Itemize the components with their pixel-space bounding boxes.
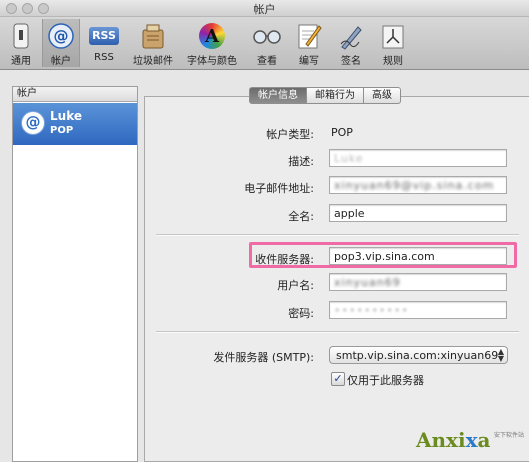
- account-tabs: 帐户信息 邮箱行为 高级: [249, 87, 401, 104]
- account-name: Luke: [50, 109, 82, 123]
- tab-advanced[interactable]: 高级: [363, 87, 401, 104]
- separator: [156, 331, 519, 333]
- title-bar: 帐户: [0, 0, 529, 17]
- popup-arrows-icon: ▲ ▼: [497, 347, 504, 363]
- smtp-label: 发件服务器 (SMTP):: [213, 351, 314, 364]
- general-switch-icon: [6, 21, 36, 51]
- username-field[interactable]: xinyuan69: [329, 273, 507, 291]
- checkmark-icon: ✓: [333, 372, 343, 385]
- email-field[interactable]: xinyuan69@vip.sina.com: [329, 176, 507, 194]
- full-name-label: 全名:: [288, 210, 314, 223]
- only-this-server-checkbox[interactable]: ✓: [331, 372, 345, 386]
- at-sign-icon: @: [46, 21, 76, 51]
- toolbar-signatures-button[interactable]: 签名: [334, 19, 368, 67]
- toolbar-general-button[interactable]: 通用: [4, 19, 38, 67]
- rules-icon: [378, 21, 408, 51]
- description-field[interactable]: Luke: [329, 149, 507, 167]
- site-watermark: Anxixa 安下软件站: [416, 428, 524, 452]
- signature-pen-icon: [336, 21, 366, 51]
- accounts-list: 帐户 @ Luke POP: [12, 86, 138, 462]
- description-label: 描述:: [288, 155, 314, 168]
- tab-account-info[interactable]: 帐户信息: [249, 87, 307, 104]
- toolbar-viewing-button[interactable]: 查看: [250, 19, 284, 67]
- glasses-icon: [252, 21, 282, 51]
- toolbar-composing-button[interactable]: 编写: [292, 19, 326, 67]
- svg-text:@: @: [54, 27, 69, 45]
- toolbar-fonts-colors-button[interactable]: A 字体与颜色: [183, 19, 241, 67]
- smtp-server-select[interactable]: smtp.vip.sina.com:xinyuan69 ▲ ▼: [329, 346, 508, 364]
- only-this-server-label: 仅用于此服务器: [347, 374, 424, 387]
- fonts-colors-icon: A: [197, 21, 227, 51]
- junk-mail-icon: [138, 21, 168, 51]
- window-title: 帐户: [253, 3, 276, 16]
- compose-pencil-icon: [294, 21, 324, 51]
- account-type-value: POP: [331, 126, 353, 139]
- username-label: 用户名:: [277, 279, 314, 292]
- accounts-list-header: 帐户: [13, 87, 137, 102]
- tab-mailbox-behaviors[interactable]: 邮箱行为: [306, 87, 364, 104]
- at-sign-icon: @: [21, 111, 45, 135]
- toolbar-accounts-button[interactable]: @ 帐户: [42, 19, 80, 67]
- account-row-luke[interactable]: @ Luke POP: [13, 103, 137, 145]
- watermark-subtext: 安下软件站: [494, 432, 525, 439]
- incoming-server-label: 收件服务器:: [255, 253, 314, 266]
- watermark-logo-text: Anxixa: [416, 428, 491, 452]
- preferences-toolbar: 通用 @ 帐户 RSS RSS 垃圾邮件 A 字体与颜色 查看 编写 签名 规则: [0, 17, 529, 70]
- account-type: POP: [50, 125, 74, 136]
- password-label: 密码:: [288, 307, 314, 320]
- toolbar-rss-button[interactable]: RSS RSS: [86, 19, 122, 67]
- account-type-label: 帐户类型:: [266, 128, 314, 141]
- rss-icon: RSS: [89, 21, 119, 51]
- full-name-field[interactable]: apple: [329, 204, 507, 222]
- toolbar-rules-button[interactable]: 规则: [376, 19, 410, 67]
- toolbar-junk-mail-button[interactable]: 垃圾邮件: [128, 19, 178, 67]
- incoming-server-field[interactable]: pop3.vip.sina.com: [329, 247, 507, 265]
- separator: [156, 234, 519, 236]
- email-label: 电子邮件地址:: [244, 182, 314, 195]
- password-field[interactable]: ••••••••••: [329, 301, 507, 319]
